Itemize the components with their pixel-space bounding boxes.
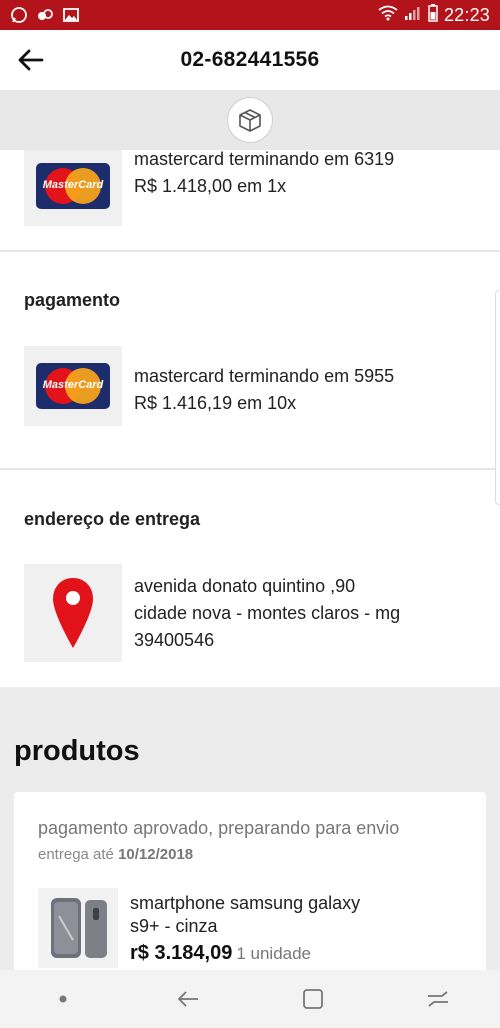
- product-price: r$ 3.184,09: [130, 942, 233, 964]
- address-thumb: [24, 564, 122, 662]
- payment-section-title: pagamento: [24, 290, 121, 310]
- location-pin-icon: [53, 578, 93, 648]
- payment-row-1: MasterCard mastercard terminando em 6319…: [24, 150, 394, 226]
- product-card[interactable]: pagamento aprovado, preparando para envi…: [14, 792, 486, 970]
- divider: [0, 250, 500, 252]
- back-button[interactable]: [0, 30, 60, 90]
- smartphone-icon: [51, 898, 107, 958]
- product-price-row: r$ 3.184,09 1 unidade: [130, 942, 311, 965]
- products-title: produtos: [14, 735, 140, 767]
- status-right: 22:23: [378, 3, 490, 27]
- box-icon-circle: [227, 97, 273, 143]
- order-icon-strip: [0, 90, 500, 150]
- delivery-label: entrega até: [38, 846, 114, 863]
- status-bar: 22:23: [0, 0, 500, 30]
- status-time: 22:23: [443, 4, 490, 25]
- address-line-3: 39400546: [134, 630, 215, 650]
- page-title: 02-682441556: [180, 48, 320, 71]
- mastercard-icon: MasterCard: [36, 363, 110, 409]
- dot-icon: [59, 995, 66, 1003]
- payment-card-thumb: MasterCard: [24, 150, 122, 226]
- product-delivery: entrega até 10/12/2018: [38, 846, 193, 863]
- system-nav-bar: [0, 970, 500, 1028]
- divider: [0, 468, 500, 470]
- product-quantity: 1 unidade: [236, 944, 312, 963]
- whatsapp-icon: [10, 6, 28, 24]
- product-name-line-2: s9+ - cinza: [130, 916, 218, 936]
- signal-icon: [404, 5, 422, 26]
- battery-icon: [428, 3, 438, 27]
- app-icon: [36, 6, 54, 24]
- nav-recents-button[interactable]: [408, 970, 468, 1028]
- nav-back-button[interactable]: [158, 970, 218, 1028]
- product-name: smartphone samsung galaxy s9+ - cinza: [130, 892, 430, 938]
- home-square-icon: [302, 989, 323, 1009]
- address-line-1: avenida donato quintino ,90: [134, 576, 356, 596]
- payment-card-thumb: MasterCard: [24, 346, 122, 426]
- back-arrow-icon: [18, 49, 44, 71]
- app-bar: 02-682441556: [0, 30, 500, 90]
- payment-info: mastercard terminando em 6319 R$ 1.418,0…: [134, 150, 394, 226]
- scroll-edge-handle[interactable]: [495, 290, 500, 505]
- recents-icon: [427, 991, 448, 1007]
- payment-amount-text: R$ 1.418,00 em 1x: [134, 176, 287, 196]
- address-line-2: cidade nova - montes claros - mg: [134, 603, 401, 623]
- order-details-content[interactable]: MasterCard mastercard terminando em 6319…: [0, 150, 500, 970]
- nav-home-button[interactable]: [283, 970, 343, 1028]
- address-info: avenida donato quintino ,90 cidade nova …: [134, 564, 400, 662]
- nav-dot-button[interactable]: [33, 970, 93, 1028]
- nav-back-icon: [177, 991, 198, 1007]
- product-status: pagamento aprovado, preparando para envi…: [38, 818, 400, 838]
- wifi-icon: [378, 5, 398, 26]
- payment-card-text: mastercard terminando em 6319: [134, 150, 395, 169]
- box-icon: [239, 109, 261, 132]
- product-name-line-1: smartphone samsung galaxy: [130, 893, 361, 913]
- gallery-icon: [62, 6, 80, 24]
- address-section-title: endereço de entrega: [24, 509, 201, 529]
- payment-info: mastercard terminando em 5955 R$ 1.416,1…: [134, 346, 394, 426]
- mastercard-icon: MasterCard: [36, 163, 110, 209]
- payment-amount-text: R$ 1.416,19 em 10x: [134, 393, 297, 413]
- status-left-icons: [10, 6, 80, 24]
- payment-row-2: MasterCard mastercard terminando em 5955…: [24, 346, 394, 426]
- address-row: avenida donato quintino ,90 cidade nova …: [24, 564, 400, 662]
- delivery-date: 10/12/2018: [118, 846, 194, 863]
- payment-card-text: mastercard terminando em 5955: [134, 366, 395, 386]
- product-image: [38, 888, 118, 968]
